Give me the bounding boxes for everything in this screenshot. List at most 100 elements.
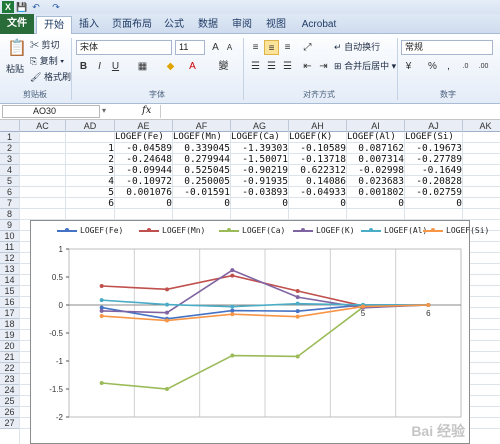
row-header[interactable]: 23 [0,374,20,385]
table-cell[interactable]: 0.622312 [289,165,347,176]
row-header[interactable]: 4 [0,165,20,176]
table-cell[interactable]: 3 [66,165,115,176]
cut-button[interactable]: ✂ 剪切 [30,38,60,53]
italic-button[interactable]: I [92,59,107,74]
table-cell[interactable]: 5 [66,187,115,198]
table-cell[interactable]: -0.03893 [231,187,289,198]
grow-font-icon[interactable]: A [208,40,223,55]
currency-icon[interactable]: ¥ [401,59,416,74]
orientation-icon[interactable]: ⤢ [300,40,315,55]
row-header[interactable]: 7 [0,198,20,209]
row-header[interactable]: 15 [0,286,20,297]
row-header[interactable]: 19 [0,330,20,341]
format-painter-button[interactable]: 🖌 格式刷 [30,70,71,85]
table-cell[interactable]: -0.91935 [231,176,289,187]
row-header[interactable]: 14 [0,275,20,286]
table-header-cell[interactable]: LOGEF(Ca) [231,132,289,143]
table-cell[interactable]: 0.001076 [115,187,173,198]
table-cell[interactable]: -0.02998 [347,165,405,176]
table-cell[interactable]: -0.10972 [115,176,173,187]
table-cell[interactable]: -0.04933 [289,187,347,198]
row-header[interactable]: 20 [0,341,20,352]
row-header[interactable]: 18 [0,319,20,330]
align-center-icon[interactable]: ☰ [264,59,279,74]
table-cell[interactable]: -0.24648 [115,154,173,165]
redo-icon[interactable]: ↷ [50,1,62,13]
column-header-AD[interactable]: AD [66,120,115,132]
table-header-cell[interactable]: LOGEF(Al) [347,132,405,143]
table-cell[interactable]: 0.14086 [289,176,347,187]
table-cell[interactable]: 0.001802 [347,187,405,198]
paste-button[interactable]: 粘贴 [6,62,24,77]
table-cell[interactable]: 0 [289,198,347,209]
table-header-cell[interactable]: LOGEF(Fe) [115,132,173,143]
font-color-icon[interactable]: A [185,59,200,74]
row-header[interactable]: 10 [0,231,20,242]
shrink-font-icon[interactable]: A [222,40,237,55]
align-middle-icon[interactable]: ≡ [264,40,279,55]
row-header[interactable]: 26 [0,407,20,418]
table-cell[interactable]: 1 [66,143,115,154]
table-cell[interactable]: -0.02759 [405,187,463,198]
column-header-AE[interactable]: AE [115,120,173,132]
fx-button[interactable]: fx [142,105,151,116]
table-header-cell[interactable]: LOGEF(Mn) [173,132,231,143]
tab-insert[interactable]: 插入 [75,16,103,34]
table-cell[interactable]: -0.90219 [231,165,289,176]
number-format-select[interactable]: 常规 [401,40,493,55]
table-cell[interactable]: 0 [405,198,463,209]
column-header-AF[interactable]: AF [173,120,231,132]
line-chart[interactable]: LOGEF(Fe) LOGEF(Mn) LOGEF(Ca) LOGEF(K) LOGEF… [30,220,489,444]
column-header-AH[interactable]: AH [289,120,347,132]
table-cell[interactable]: -0.04589 [115,143,173,154]
table-cell[interactable]: 0 [347,198,405,209]
row-header[interactable]: 5 [0,176,20,187]
font-name-select[interactable]: 宋体 [76,40,172,55]
wrap-text-button[interactable]: ↵ 自动换行 [334,40,380,55]
table-cell[interactable]: -0.13718 [289,154,347,165]
tab-formulas[interactable]: 公式 [160,16,188,34]
tab-review[interactable]: 审阅 [228,16,256,34]
table-cell[interactable]: -0.19673 [405,143,463,154]
row-header[interactable]: 12 [0,253,20,264]
table-cell[interactable]: 0.007314 [347,154,405,165]
row-header[interactable]: 21 [0,352,20,363]
row-header[interactable]: 3 [0,154,20,165]
table-header-cell[interactable]: LOGEF(K) [289,132,347,143]
row-header[interactable]: 17 [0,308,20,319]
table-cell[interactable]: -0.1649 [405,165,463,176]
column-header-AJ[interactable]: AJ [405,120,463,132]
copy-button[interactable]: ⎘ 复制 ▾ [30,54,64,69]
bold-button[interactable]: B [76,59,91,74]
tab-data[interactable]: 数据 [194,16,222,34]
borders-icon[interactable]: ▦ [135,59,150,74]
table-cell[interactable]: 0.087162 [347,143,405,154]
row-header[interactable]: 8 [0,209,20,220]
row-header[interactable]: 16 [0,297,20,308]
row-header[interactable]: 9 [0,220,20,231]
table-cell[interactable]: -0.10589 [289,143,347,154]
name-box[interactable]: AO30 [2,105,100,118]
undo-icon[interactable]: ↶ [30,1,42,13]
table-cell[interactable]: 0.279944 [173,154,231,165]
select-all-corner[interactable] [0,120,20,132]
decrease-decimal-icon[interactable]: .00 [476,59,491,74]
tab-file[interactable]: 文件 [0,14,34,34]
tab-view[interactable]: 视图 [262,16,290,34]
align-bottom-icon[interactable]: ≡ [280,40,295,55]
table-cell[interactable]: 0.250005 [173,176,231,187]
column-header-AI[interactable]: AI [347,120,405,132]
table-cell[interactable]: 2 [66,154,115,165]
table-cell[interactable]: -0.27789 [405,154,463,165]
table-header-cell[interactable]: LOGEF(Si) [405,132,463,143]
row-header[interactable]: 1 [0,132,20,143]
row-header[interactable]: 27 [0,418,20,429]
tab-home[interactable]: 开始 [36,16,72,34]
row-header[interactable]: 24 [0,385,20,396]
align-right-icon[interactable]: ☰ [280,59,295,74]
tab-acrobat[interactable]: Acrobat [296,16,342,34]
comma-button[interactable]: , [441,59,456,74]
paste-icon[interactable]: 📋 [6,38,28,60]
fill-color-icon[interactable]: ◆ [163,59,178,74]
table-cell[interactable]: 0.023683 [347,176,405,187]
